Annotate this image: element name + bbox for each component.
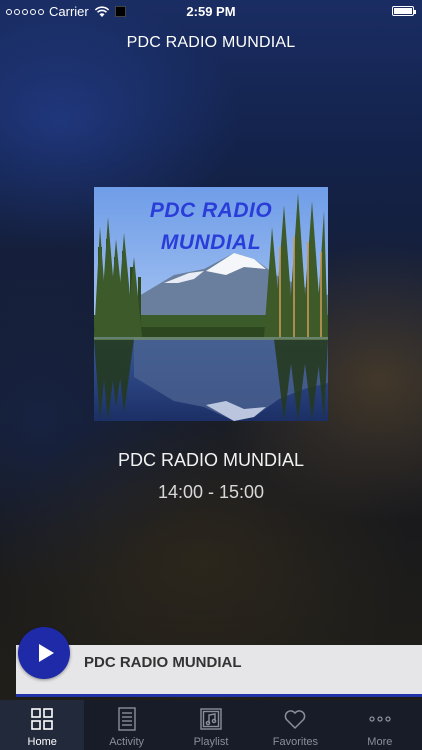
tab-favorites[interactable]: Favorites — [253, 700, 337, 750]
tab-label: More — [367, 736, 393, 748]
mini-player-title: PDC RADIO MUNDIAL — [84, 654, 242, 671]
artwork-title-line1: PDC RADIO — [149, 199, 273, 222]
tab-label: Activity — [109, 736, 145, 748]
tab-home[interactable]: Home — [0, 700, 85, 750]
battery-icon — [392, 6, 416, 16]
tab-label: Playlist — [193, 736, 229, 748]
tab-label: Home — [27, 736, 57, 748]
play-button[interactable] — [18, 627, 70, 679]
status-time: 2:59 PM — [186, 4, 236, 19]
status-bar: Carrier 2:59 PM — [0, 0, 422, 24]
tab-activity[interactable]: Activity — [84, 700, 168, 750]
station-name: PDC RADIO MUNDIAL — [117, 450, 305, 470]
heart-icon — [285, 710, 306, 730]
station-artwork: PDC RADIO MUNDIAL — [94, 187, 328, 421]
grid-icon — [31, 708, 54, 730]
more-icon — [369, 716, 391, 722]
tab-playlist[interactable]: Playlist — [169, 700, 253, 750]
tab-more[interactable]: More — [338, 700, 422, 750]
music-note-icon — [200, 708, 222, 730]
tab-bar: Home Activity Playlist Favorites More — [0, 700, 422, 750]
program-schedule: 14:00 - 15:00 — [157, 482, 265, 502]
mini-player[interactable]: PDC RADIO MUNDIAL — [16, 645, 422, 697]
list-icon — [117, 707, 136, 731]
artwork-title-line2: MUNDIAL — [160, 231, 262, 254]
tab-label: Favorites — [272, 736, 319, 748]
page-title: PDC RADIO MUNDIAL — [126, 34, 296, 51]
play-icon — [38, 644, 54, 662]
